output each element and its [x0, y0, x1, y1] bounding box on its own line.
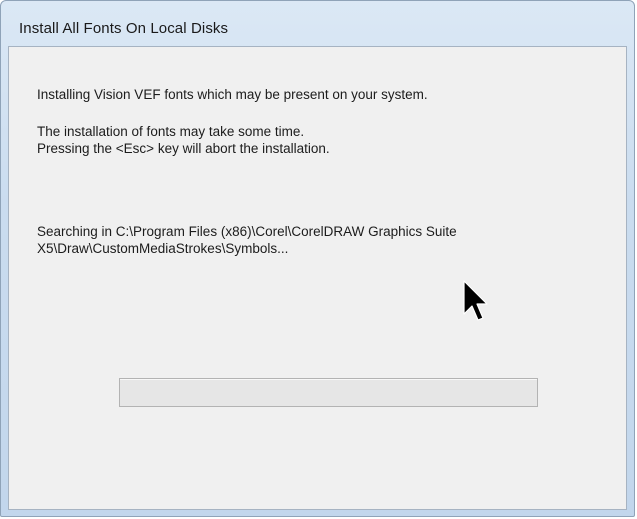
mouse-pointer-icon	[463, 280, 488, 321]
search-status-text: Searching in C:\Program Files (x86)\Core…	[37, 224, 461, 256]
install-fonts-dialog: Install All Fonts On Local Disks Install…	[0, 0, 635, 517]
progress-bar	[119, 378, 538, 407]
abort-note-text: Pressing the <Esc> key will abort the in…	[37, 141, 330, 156]
time-note-text: The installation of fonts may take some …	[37, 124, 305, 139]
title-bar[interactable]: Install All Fonts On Local Disks	[1, 1, 634, 45]
window-title: Install All Fonts On Local Disks	[19, 20, 229, 37]
dialog-content: Installing Vision VEF fonts which may be…	[8, 46, 627, 510]
intro-text: Installing Vision VEF fonts which may be…	[37, 87, 428, 102]
